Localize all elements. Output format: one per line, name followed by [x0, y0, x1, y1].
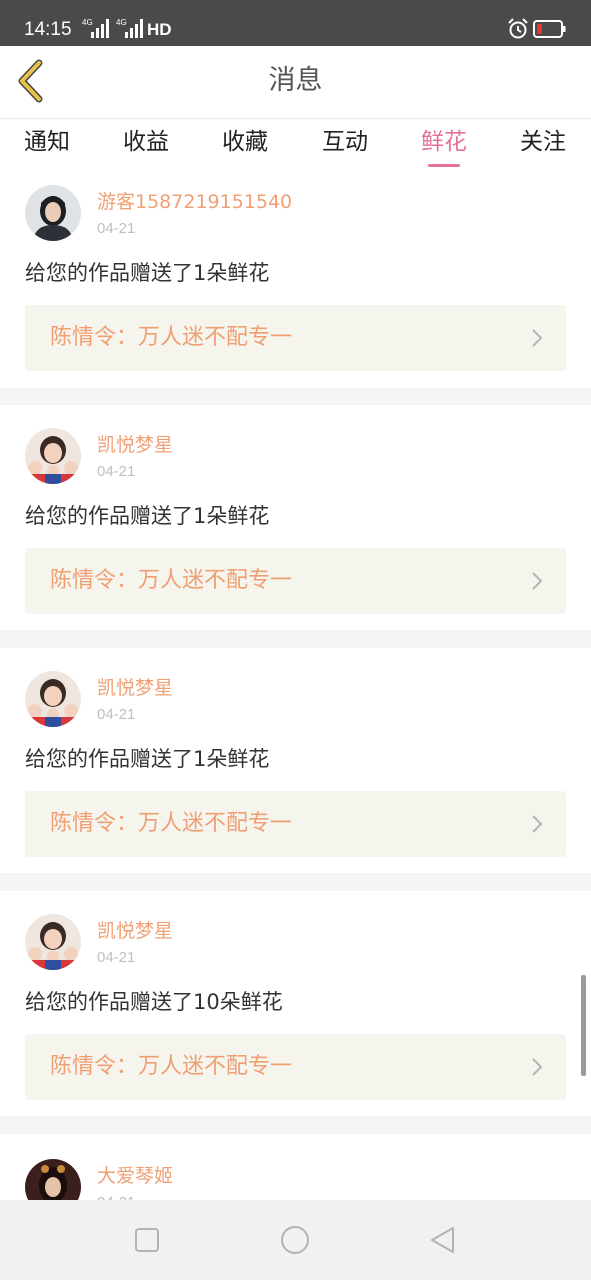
work-title: 陈情令：万人迷不配专一	[50, 568, 293, 593]
network-label: HD	[147, 20, 172, 39]
work-link[interactable]: 陈情令：万人迷不配专一	[25, 305, 566, 371]
message-card: 凯悦梦星 04-21 给您的作品赠送了1朵鲜花 陈情令：万人迷不配专一	[0, 648, 591, 873]
triangle-back-icon[interactable]	[427, 1224, 459, 1256]
message-card: 凯悦梦星 04-21 给您的作品赠送了10朵鲜花 陈情令：万人迷不配专一	[0, 891, 591, 1116]
chevron-right-icon	[532, 1058, 543, 1076]
avatar[interactable]	[25, 185, 81, 241]
battery-icon	[533, 20, 566, 38]
avatar[interactable]	[25, 1159, 81, 1200]
sender-name[interactable]: 大爱琴姬	[97, 1164, 173, 1188]
chevron-right-icon	[532, 815, 543, 833]
tab-following[interactable]: 关注	[520, 127, 566, 157]
system-nav-bar	[0, 1200, 591, 1280]
header: 消息	[0, 46, 591, 119]
message-text: 给您的作品赠送了1朵鲜花	[25, 261, 270, 285]
signal-icon: 4G	[82, 18, 109, 38]
screen: 14:15 4G 4G HD 消息 通知 收益 收藏 互动 鲜花 关注 游客15…	[0, 0, 591, 1280]
work-title: 陈情令：万人迷不配专一	[50, 811, 293, 836]
sender-name[interactable]: 游客1587219151540	[97, 190, 292, 214]
message-date: 04-21	[97, 949, 136, 966]
signal-label-2: 4G	[116, 18, 127, 27]
tab-flowers[interactable]: 鲜花	[421, 127, 467, 157]
sender-name[interactable]: 凯悦梦星	[97, 676, 173, 700]
avatar-girl-portrait-icon	[25, 185, 81, 241]
message-card: 凯悦梦星 04-21 给您的作品赠送了1朵鲜花 陈情令：万人迷不配专一	[0, 405, 591, 630]
tab-earnings[interactable]: 收益	[123, 127, 169, 157]
avatar-group-photo-icon	[25, 914, 81, 970]
message-text: 给您的作品赠送了1朵鲜花	[25, 747, 270, 771]
sender-name[interactable]: 凯悦梦星	[97, 433, 173, 457]
avatar[interactable]	[25, 428, 81, 484]
work-title: 陈情令：万人迷不配专一	[50, 1054, 293, 1079]
message-date: 04-21	[97, 706, 136, 723]
work-title: 陈情令：万人迷不配专一	[50, 325, 293, 350]
circle-icon[interactable]	[279, 1224, 311, 1256]
chevron-right-icon	[532, 329, 543, 347]
page-title: 消息	[268, 65, 323, 96]
tab-bar: 通知 收益 收藏 互动 鲜花 关注	[0, 119, 591, 172]
signal-label: 4G	[82, 18, 93, 27]
message-text: 给您的作品赠送了1朵鲜花	[25, 504, 270, 528]
tab-notifications[interactable]: 通知	[24, 127, 70, 157]
signal-icon-2: 4G	[116, 18, 143, 38]
work-link[interactable]: 陈情令：万人迷不配专一	[25, 548, 566, 614]
active-tab-indicator	[428, 164, 460, 167]
message-text: 给您的作品赠送了10朵鲜花	[25, 990, 283, 1014]
avatar-group-photo-icon	[25, 671, 81, 727]
scrollbar[interactable]	[581, 975, 586, 1076]
work-link[interactable]: 陈情令：万人迷不配专一	[25, 791, 566, 857]
tab-interactions[interactable]: 互动	[322, 127, 368, 157]
message-date: 04-21	[97, 1193, 135, 1200]
message-date: 04-21	[97, 463, 136, 480]
message-card: 大爱琴姬 04-21	[0, 1134, 591, 1200]
message-date: 04-21	[97, 220, 136, 237]
tab-favorites[interactable]: 收藏	[222, 127, 268, 157]
status-time: 14:15	[24, 19, 72, 40]
square-icon[interactable]	[131, 1224, 163, 1256]
chevron-right-icon	[532, 572, 543, 590]
work-link[interactable]: 陈情令：万人迷不配专一	[25, 1034, 566, 1100]
avatar[interactable]	[25, 914, 81, 970]
message-feed[interactable]: 游客1587219151540 04-21 给您的作品赠送了1朵鲜花 陈情令：万…	[0, 172, 591, 1200]
avatar-costume-portrait-icon	[25, 1159, 81, 1200]
status-bar: 14:15 4G 4G HD	[0, 0, 591, 46]
avatar[interactable]	[25, 671, 81, 727]
sender-name[interactable]: 凯悦梦星	[97, 919, 173, 943]
avatar-group-photo-icon	[25, 428, 81, 484]
message-card: 游客1587219151540 04-21 给您的作品赠送了1朵鲜花 陈情令：万…	[0, 172, 591, 388]
alarm-icon	[508, 18, 528, 39]
